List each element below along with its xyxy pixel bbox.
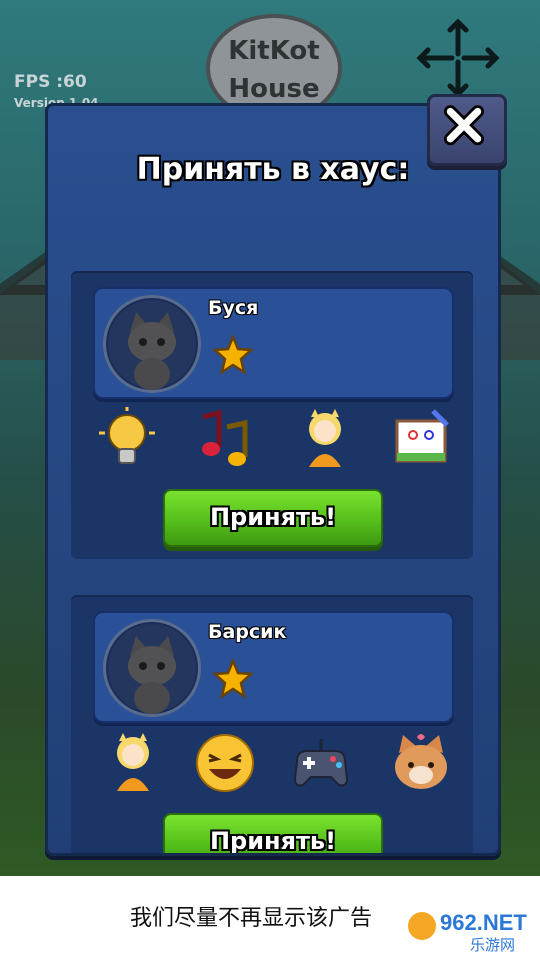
girl-doll-icon — [117, 733, 149, 791]
candidate-card: Буся Принять! — [71, 271, 473, 559]
candidate-info: Буся — [93, 287, 454, 399]
cat-avatar-icon — [108, 300, 196, 390]
accept-button[interactable]: Принять! — [163, 489, 383, 547]
music-notes-icon — [202, 409, 248, 466]
candidate-info: Барсик — [93, 611, 454, 723]
star-icon — [213, 659, 253, 699]
avatar — [103, 295, 201, 393]
watermark-main: 962.NET — [440, 910, 527, 935]
laughing-emoji-icon — [196, 734, 254, 792]
close-x-icon — [444, 105, 484, 146]
fps-counter: FPS :60 — [14, 72, 87, 92]
candidate-name: Барсик — [208, 621, 287, 643]
star-icon — [213, 335, 253, 375]
drawing-icon — [395, 409, 449, 463]
accept-button[interactable]: Принять! — [163, 813, 383, 853]
ad-text: 我们尽量不再显示该广告 — [130, 906, 373, 931]
avatar — [103, 619, 201, 717]
close-button[interactable] — [427, 94, 507, 166]
candidate-card: Барсик Принять! — [71, 595, 473, 853]
sign-line1: KitKot — [228, 36, 320, 66]
accept-dialog: Принять в хаус: Буся Принять! Барсик При… — [45, 103, 501, 856]
watermark-logo: 962.NET 乐游网 — [408, 910, 527, 954]
watermark-sub: 乐游网 — [470, 936, 515, 954]
cat-avatar-icon — [108, 624, 196, 714]
lightbulb-icon — [99, 407, 155, 464]
sign-line2: House — [228, 74, 320, 104]
cat-face-icon — [395, 734, 447, 789]
girl-doll-icon — [309, 409, 341, 467]
candidate-name: Буся — [208, 297, 259, 319]
gamepad-icon — [293, 739, 349, 787]
move-arrows-icon[interactable] — [414, 18, 502, 98]
